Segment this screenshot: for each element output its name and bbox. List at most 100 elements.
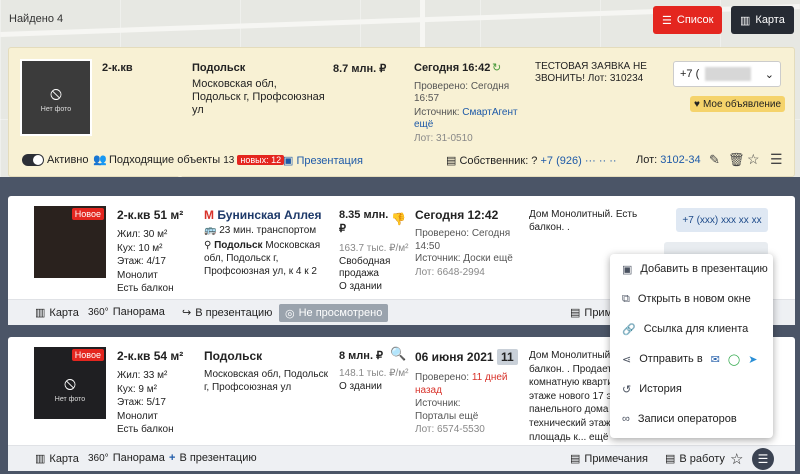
eye-off-icon: ◎ bbox=[285, 307, 295, 320]
listing-type: 2-к.кв 54 м² bbox=[117, 349, 184, 363]
not-viewed-button[interactable]: ◎ Не просмотрено bbox=[279, 304, 389, 322]
description-line: комнатную квартир bbox=[529, 377, 619, 389]
lot-code-link[interactable]: 3102-34 bbox=[660, 154, 700, 166]
star-icon[interactable]: ☆ bbox=[747, 151, 760, 168]
phone-hidden bbox=[705, 67, 752, 81]
listing-params: Жил: 30 м² Кух: 10 м² Этаж: 4/17 Монолит… bbox=[117, 228, 174, 296]
show-contact-button[interactable]: +7 (xxx) xxx xx xx bbox=[676, 208, 768, 232]
results-count: Найдено 4 bbox=[9, 13, 64, 25]
panorama-link[interactable]: 360° Панорама bbox=[88, 452, 165, 464]
source-link[interactable]: СмартАгент bbox=[462, 107, 517, 118]
matching-label: Подходящие объекты bbox=[109, 154, 221, 166]
price-search-icon[interactable]: 🔍 bbox=[390, 346, 406, 362]
menu-item-label: Записи операторов bbox=[637, 413, 737, 425]
request-checked: Проверено: Сегодня 16:57 bbox=[414, 81, 510, 104]
listing-city: Подольск bbox=[214, 240, 263, 251]
request-photo[interactable]: ⦸ Нет фото bbox=[20, 59, 92, 136]
source-more-link[interactable]: ещё bbox=[414, 119, 433, 130]
lot-code: Лот: 3102-34 bbox=[636, 154, 701, 166]
menu-item-send[interactable]: ⋖ Отправить в ✉ ◯ ➤ bbox=[610, 344, 773, 374]
matching-objects-link[interactable]: Подходящие объекты 13 новых: 12 bbox=[109, 154, 285, 166]
to-work-link[interactable]: ▤ В работу bbox=[665, 452, 725, 466]
telegram-icon[interactable]: ➤ bbox=[748, 353, 757, 366]
menu-item-open-new-window[interactable]: ⧉ Открыть в новом окне bbox=[610, 284, 773, 314]
chevron-down-icon: ⌄ bbox=[764, 68, 774, 81]
param-material: Монолит bbox=[117, 410, 158, 422]
map-icon: ▥ bbox=[35, 307, 46, 319]
metro-time-label: 23 мин. транспортом bbox=[219, 225, 317, 236]
listing-lot: Лот: 6574-5530 bbox=[415, 424, 485, 435]
menu-icon[interactable]: ☰ bbox=[770, 151, 783, 168]
my-object-badge[interactable]: ♥ Мое объявление bbox=[690, 96, 786, 112]
to-presentation-link[interactable]: ↪ В презентацию bbox=[182, 306, 273, 320]
listing-source[interactable]: Источник: Порталы ещё bbox=[415, 398, 495, 423]
request-type: 2-к.кв bbox=[102, 62, 133, 74]
menu-button[interactable]: ☰ bbox=[752, 448, 774, 470]
map-link-label: Карта bbox=[49, 306, 79, 319]
notes-link[interactable]: ▤ Примечания bbox=[570, 452, 648, 466]
owner-phone[interactable]: +7 (926) ··· ·· ·· bbox=[540, 155, 616, 167]
share-arrow-icon: ↪ bbox=[182, 307, 192, 319]
whatsapp-icon[interactable]: ◯ bbox=[728, 353, 740, 366]
about-building-link[interactable]: О здании bbox=[339, 281, 382, 292]
map-link[interactable]: ▥ Карта bbox=[35, 452, 79, 466]
new-badge: Новое bbox=[71, 208, 104, 220]
listing-price: 8.35 млн. ₽ bbox=[339, 209, 389, 235]
param-kitchen: Кух: 9 м² bbox=[117, 383, 157, 395]
list-icon: ☰ bbox=[662, 14, 672, 27]
list-view-label: Список bbox=[676, 14, 714, 26]
menu-item-history[interactable]: ↺ История bbox=[610, 374, 773, 404]
listing-checked: Проверено: 11 дней назад bbox=[415, 372, 515, 397]
description-line: балкон. . Продается bbox=[529, 363, 619, 375]
listing-params: Жил: 33 м² Кух: 9 м² Этаж: 5/17 Монолит … bbox=[117, 369, 174, 437]
map-view-button[interactable]: ▥ Карта bbox=[731, 6, 794, 34]
description-more[interactable]: площадь к... ещё bbox=[529, 431, 619, 445]
metro-time: 🚌 23 мин. транспортом bbox=[204, 225, 316, 236]
listing-photo[interactable]: Новое bbox=[34, 206, 106, 278]
star-icon[interactable]: ☆ bbox=[730, 450, 743, 468]
description-line: технический этаж bbox=[529, 417, 611, 429]
menu-item-client-link[interactable]: 🔗 Ссылка для клиента bbox=[610, 314, 773, 344]
phone-prefix: +7 ( bbox=[680, 68, 700, 80]
edit-icon[interactable]: ✎ bbox=[709, 152, 720, 168]
param-floor: Этаж: 5/17 bbox=[117, 397, 166, 408]
menu-item-add-presentation[interactable]: ▣ Добавить в презентацию bbox=[610, 254, 773, 284]
to-presentation-label: В презентацию bbox=[179, 452, 257, 464]
to-presentation-label: В презентацию bbox=[195, 306, 273, 319]
presentation-icon: ▣ bbox=[283, 155, 294, 167]
active-label: Активно bbox=[47, 154, 89, 166]
presentation-label: Презентация bbox=[296, 155, 363, 167]
request-price: 8.7 млн. ₽ bbox=[333, 63, 387, 75]
description-line: панельного дома в bbox=[529, 404, 617, 416]
map-link[interactable]: ▥ Карта bbox=[35, 306, 79, 320]
no-photo-label: Нет фото bbox=[54, 396, 86, 403]
panorama-label: Панорама bbox=[112, 452, 165, 464]
about-building-link[interactable]: О здании bbox=[339, 381, 382, 392]
listing-date: 06 июня 2021 11 bbox=[415, 349, 518, 365]
listing-description: Дом Монолитный. Есть балкон. . bbox=[529, 209, 638, 233]
listing-city: Подольск bbox=[204, 349, 263, 363]
param-material: Монолит bbox=[117, 269, 158, 281]
presentation-link[interactable]: ▣ Презентация bbox=[283, 154, 363, 167]
menu-item-label: Отправить в bbox=[639, 353, 703, 365]
refresh-icon[interactable]: ↻ bbox=[492, 61, 501, 74]
param-floor: Этаж: 4/17 bbox=[117, 256, 166, 267]
matching-count: 13 bbox=[223, 155, 235, 166]
panorama-link[interactable]: 360° Панорама bbox=[88, 306, 165, 318]
active-toggle[interactable] bbox=[22, 154, 44, 166]
trash-icon[interactable]: 🗑 bbox=[728, 152, 745, 168]
link-icon: 🔗 bbox=[622, 323, 636, 336]
panorama-360-icon: 360° bbox=[88, 452, 109, 464]
listing-photo[interactable]: Новое ⦸ Нет фото bbox=[34, 347, 106, 419]
email-icon[interactable]: ✉ bbox=[711, 353, 720, 366]
listing-source[interactable]: Источник: Доски ещё bbox=[415, 253, 513, 264]
menu-item-operator-records[interactable]: ∞ Записи операторов bbox=[610, 404, 773, 434]
listing-type: 2-к.кв 51 м² bbox=[117, 208, 184, 222]
request-note: ТЕСТОВАЯ ЗАЯВКА НЕ ЗВОНИТЬ! Лот: 310234 bbox=[535, 61, 647, 84]
list-view-button[interactable]: ☰ Список bbox=[653, 6, 722, 34]
menu-item-label: История bbox=[639, 383, 682, 395]
source-prefix: Источник: bbox=[414, 107, 460, 118]
document-icon: ▤ bbox=[665, 453, 676, 465]
to-presentation-link[interactable]: + В презентацию bbox=[169, 452, 257, 464]
phone-select[interactable]: +7 ( ⌄ bbox=[673, 61, 781, 87]
